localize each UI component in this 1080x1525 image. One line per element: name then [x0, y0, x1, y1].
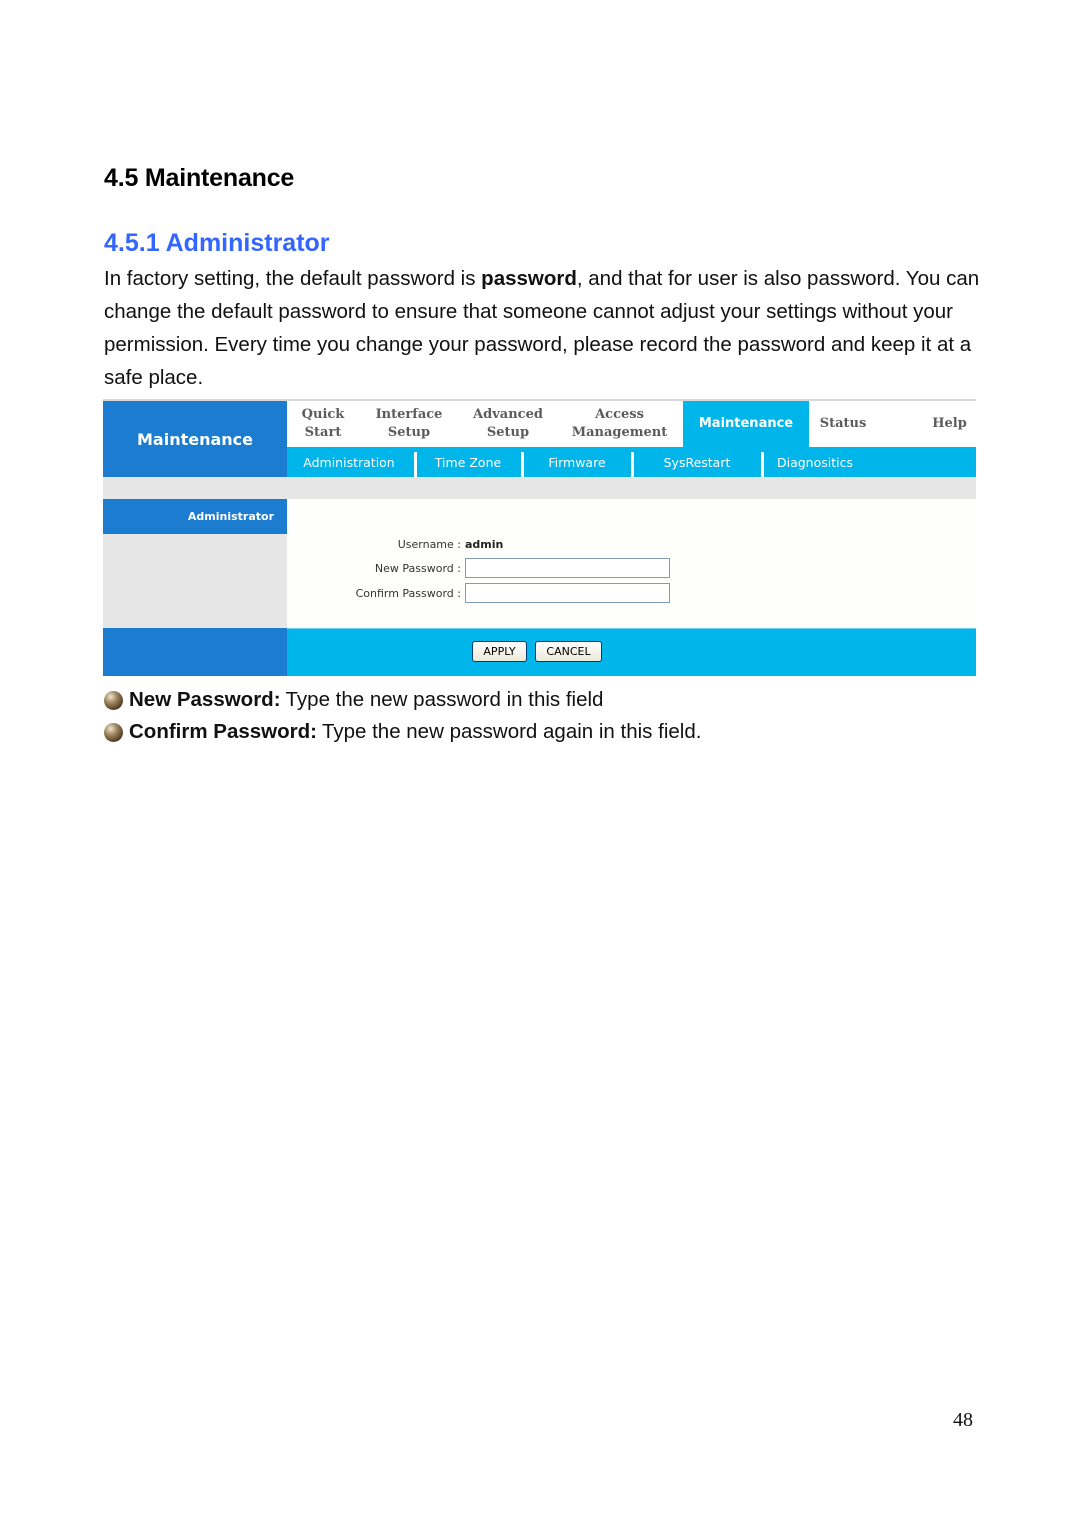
main-nav: Quick Start Interface Setup Advanced Setup …: [287, 401, 976, 447]
subsection-title: 4.5.1 Administrator: [104, 229, 330, 257]
tab-advanced-setup[interactable]: Advanced Setup: [459, 401, 557, 447]
tab-label: Quick: [301, 407, 345, 422]
tab-label: Help: [932, 416, 967, 431]
new-password-field[interactable]: [465, 558, 670, 578]
bullet-confirm-password: Confirm Password: Type the new password …: [104, 720, 701, 744]
tab-interface-setup[interactable]: Interface Setup: [359, 401, 459, 447]
section-title: 4.5 Maintenance: [104, 164, 295, 192]
username-value: admin: [465, 537, 504, 551]
subnav-divider: [761, 452, 764, 477]
username-row: Username : admin: [287, 532, 976, 556]
confirm-password-field[interactable]: [465, 583, 670, 603]
paragraph-text-1: In factory setting, the default password…: [104, 267, 482, 290]
confirm-password-row: Confirm Password :: [287, 581, 976, 605]
new-password-label: New Password :: [374, 561, 461, 575]
tab-label: Management: [571, 425, 668, 440]
bullet-ball-icon: [104, 690, 123, 710]
bullet-term: Confirm Password:: [129, 720, 317, 743]
brand-label: Maintenance: [103, 401, 287, 477]
sidebar-body: [103, 534, 287, 628]
subtab-diagnostics[interactable]: Diagnositics: [765, 447, 865, 477]
tab-label: Maintenance: [698, 416, 794, 431]
button-bar: APPLY CANCEL: [287, 628, 976, 676]
tab-label: Start: [304, 425, 342, 440]
tab-access-management[interactable]: Access Management: [557, 401, 682, 447]
tab-help[interactable]: Help: [907, 401, 992, 447]
bullet-term: New Password:: [129, 688, 281, 711]
admin-form: Username : admin New Password : Confirm …: [287, 499, 976, 628]
tab-status[interactable]: Status: [809, 401, 877, 447]
subnav-divider: [414, 452, 417, 477]
subnav-divider: [631, 452, 634, 477]
bottom-sidebar: [103, 628, 287, 676]
paragraph-bold-password: password: [481, 267, 577, 290]
intro-paragraph: In factory setting, the default password…: [104, 262, 989, 394]
subnav-divider: [521, 452, 524, 477]
tab-quick-start[interactable]: Quick Start: [287, 401, 359, 447]
subtab-administration[interactable]: Administration: [287, 447, 411, 477]
subtab-time-zone[interactable]: Time Zone: [418, 447, 518, 477]
username-label: Username :: [397, 537, 461, 551]
bullet-text: Type the new password in this field: [285, 688, 604, 711]
sub-nav: Administration Time Zone Firmware SysRes…: [287, 447, 976, 477]
subtab-firmware[interactable]: Firmware: [525, 447, 629, 477]
subtab-sysrestart[interactable]: SysRestart: [635, 447, 759, 477]
apply-button[interactable]: APPLY: [472, 641, 527, 662]
sidebar-heading: Administrator: [103, 499, 287, 534]
page-number: 48: [953, 1409, 973, 1431]
router-admin-screenshot: Maintenance Quick Start Interface Setup Ad…: [103, 399, 976, 676]
tab-label: Access: [595, 407, 644, 422]
bullet-text: Type the new password again in this fiel…: [321, 720, 702, 743]
new-password-row: New Password :: [287, 556, 976, 580]
tab-maintenance[interactable]: Maintenance: [683, 401, 809, 447]
gray-band: [103, 477, 976, 499]
confirm-password-label: Confirm Password :: [355, 586, 461, 600]
bullet-ball-icon: [104, 722, 123, 742]
tab-label: Advanced: [473, 407, 543, 422]
tab-label: Setup: [486, 425, 530, 440]
tab-label: Setup: [387, 425, 431, 440]
cancel-button[interactable]: CANCEL: [535, 641, 602, 662]
tab-label: Status: [819, 416, 867, 431]
tab-label: Interface: [375, 407, 443, 422]
bullet-new-password: New Password: Type the new password in t…: [104, 688, 603, 712]
